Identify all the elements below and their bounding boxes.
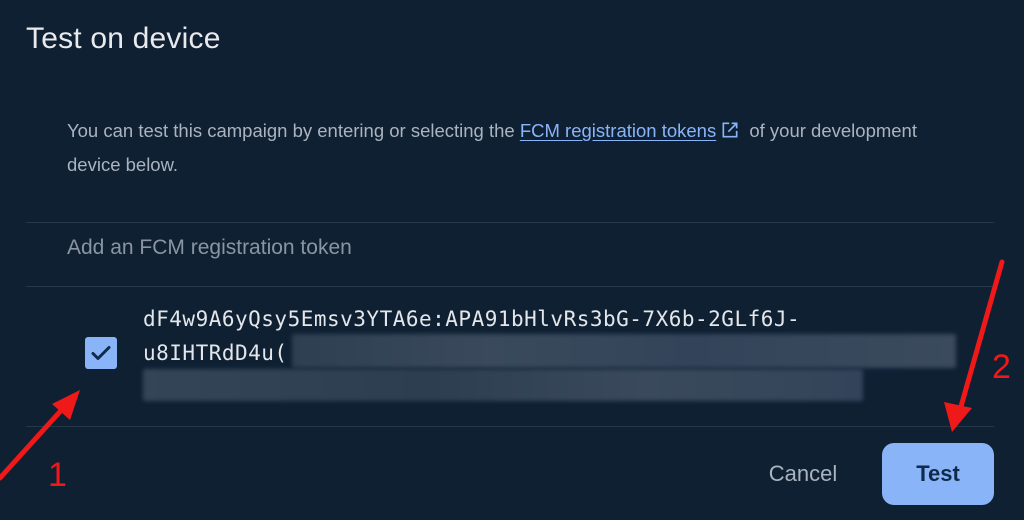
annotation-label-2: 2	[992, 348, 1011, 386]
annotation-arrow-2	[957, 259, 1005, 413]
annotation-arrowhead-2	[944, 402, 972, 432]
test-on-device-dialog: Test on device You can test this campaig…	[0, 0, 1024, 520]
annotation-label-1: 1	[48, 456, 67, 494]
annotation-arrows	[0, 259, 1005, 481]
